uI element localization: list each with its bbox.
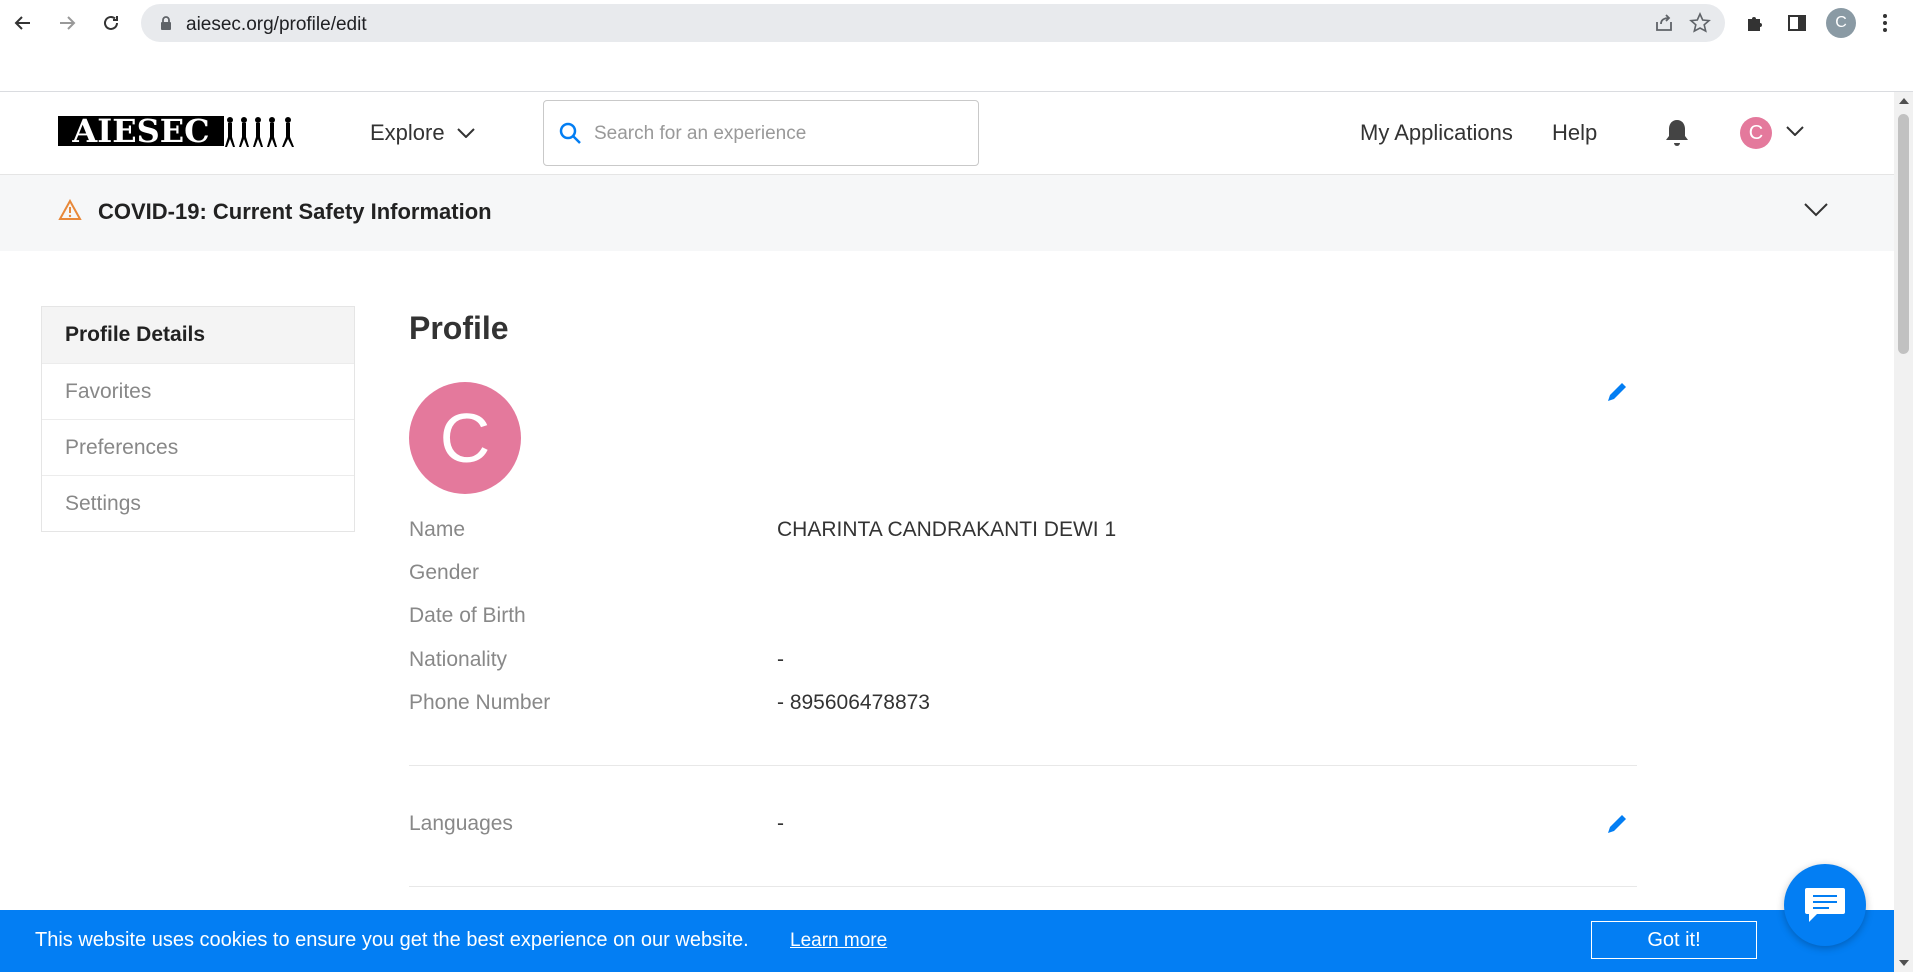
profile-field-name: Name CHARINTA CANDRAKANTI DEWI 1 <box>409 518 1639 548</box>
profile-field-nationality: Nationality - <box>409 648 1639 678</box>
profile-avatar: C <box>409 382 521 494</box>
puzzle-icon <box>1748 17 1762 31</box>
section-divider <box>409 765 1637 766</box>
explore-label: Explore <box>370 120 445 145</box>
covid-banner[interactable]: COVID-19: Current Safety Information <box>0 175 1894 251</box>
bookmark-star-icon[interactable] <box>1689 12 1711 34</box>
explore-menu[interactable]: Explore <box>370 120 475 146</box>
aiesec-logo[interactable]: AIESEC <box>58 112 304 152</box>
field-value: - 895606478873 <box>777 691 930 714</box>
user-avatar[interactable]: C <box>1740 117 1772 149</box>
section-divider <box>409 886 1637 887</box>
sidebar-item-favorites[interactable]: Favorites <box>42 363 354 419</box>
page-title: Profile <box>409 310 509 346</box>
scroll-down-arrow-icon[interactable] <box>1899 960 1909 966</box>
walking-people-icon <box>225 117 294 147</box>
field-label: Languages <box>409 812 513 835</box>
field-label: Date of Birth <box>409 604 526 627</box>
learn-more-link[interactable]: Learn more <box>790 930 887 952</box>
browser-menu-button[interactable] <box>1870 8 1900 38</box>
field-label: Gender <box>409 561 480 584</box>
url-text: aiesec.org/profile/edit <box>186 14 367 35</box>
scrollbar-thumb[interactable] <box>1898 114 1909 354</box>
sidebar-item-preferences[interactable]: Preferences <box>42 419 354 475</box>
reload-button[interactable] <box>96 8 126 38</box>
help-link[interactable]: Help <box>1552 120 1597 146</box>
lock-icon <box>161 16 171 30</box>
search-icon <box>559 122 581 144</box>
warning-icon <box>58 199 82 220</box>
field-label: Nationality <box>409 648 508 671</box>
field-value: - <box>777 648 784 671</box>
more-vertical-icon <box>1883 14 1887 32</box>
bell-icon[interactable] <box>1664 118 1690 148</box>
field-value: CHARINTA CANDRAKANTI DEWI 1 <box>777 518 1117 541</box>
browser-toolbar: aiesec.org/profile/edit C <box>0 0 1913 92</box>
back-button[interactable] <box>8 8 38 38</box>
edit-profile-pencil-icon[interactable] <box>1605 380 1629 404</box>
field-label: Phone Number <box>409 691 551 714</box>
chevron-down-icon[interactable] <box>1804 203 1828 217</box>
chat-bubble-icon <box>1805 888 1845 922</box>
page-scrollbar[interactable] <box>1894 92 1913 972</box>
forward-button[interactable] <box>52 8 82 38</box>
cookie-message: This website uses cookies to ensure you … <box>35 929 749 951</box>
scroll-up-arrow-icon[interactable] <box>1899 98 1909 104</box>
profile-field-gender: Gender <box>409 561 1639 591</box>
edit-languages-pencil-icon[interactable] <box>1605 812 1629 836</box>
search-input[interactable] <box>594 117 964 151</box>
browser-profile-avatar: C <box>1826 8 1856 38</box>
sidebar-item-settings[interactable]: Settings <box>42 475 354 531</box>
side-panel-button[interactable] <box>1782 8 1812 38</box>
side-panel-icon <box>1788 15 1806 31</box>
search-box[interactable] <box>543 100 979 166</box>
arrow-right-icon <box>60 16 76 30</box>
chevron-down-icon[interactable] <box>1786 126 1804 136</box>
field-value: - <box>777 812 784 835</box>
share-icon[interactable] <box>1653 12 1675 34</box>
extensions-button[interactable] <box>1740 8 1770 38</box>
reload-icon <box>104 15 118 30</box>
profile-field-languages: Languages - <box>409 812 1639 842</box>
profile-field-date-of-birth: Date of Birth <box>409 604 1639 634</box>
sidebar-item-profile-details[interactable]: Profile Details <box>42 307 354 363</box>
profile-sidebar: Profile Details Favorites Preferences Se… <box>41 306 355 532</box>
site-header: AIESEC Explore My Applications Help C <box>0 92 1894 175</box>
address-bar[interactable]: aiesec.org/profile/edit <box>141 4 1725 42</box>
accept-cookies-button[interactable]: Got it! <box>1591 921 1757 959</box>
profile-field-phone-number: Phone Number - 895606478873 <box>409 691 1639 721</box>
browser-profile-button[interactable]: C <box>1826 8 1856 38</box>
field-label: Name <box>409 518 466 541</box>
chevron-down-icon <box>456 128 475 138</box>
chat-button[interactable] <box>1784 864 1866 946</box>
my-applications-link[interactable]: My Applications <box>1360 120 1513 146</box>
covid-banner-text: COVID-19: Current Safety Information <box>98 199 492 224</box>
cookie-banner: This website uses cookies to ensure you … <box>0 910 1894 972</box>
logo-text: AIESEC <box>71 112 209 150</box>
arrow-left-icon <box>14 16 30 30</box>
